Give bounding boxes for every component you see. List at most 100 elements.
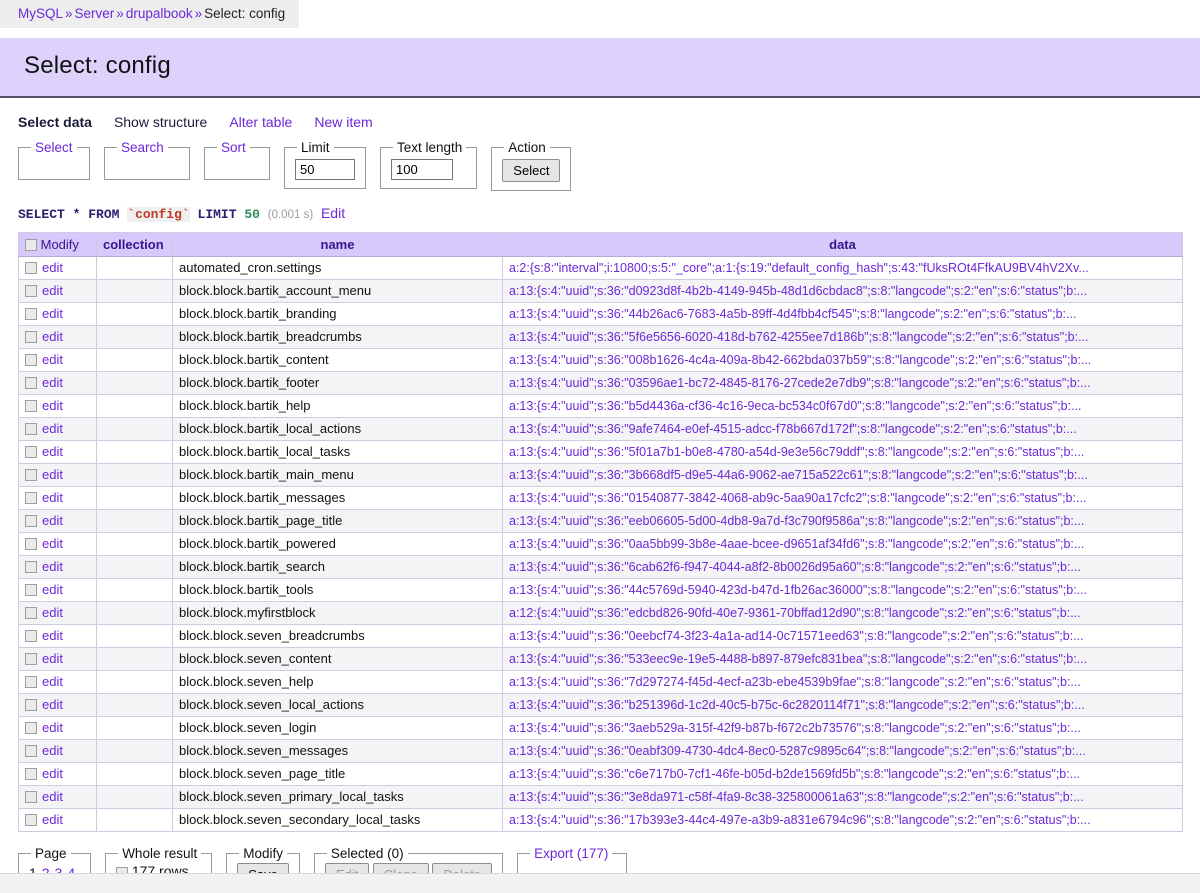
row-checkbox[interactable]: [25, 768, 37, 780]
row-checkbox[interactable]: [25, 308, 37, 320]
row-checkbox[interactable]: [25, 354, 37, 366]
select-legend[interactable]: Select: [31, 140, 77, 155]
row-checkbox[interactable]: [25, 653, 37, 665]
sort-fieldset[interactable]: Sort: [204, 140, 270, 180]
cell-collection: [96, 785, 173, 809]
row-checkbox[interactable]: [25, 745, 37, 757]
row-checkbox[interactable]: [25, 423, 37, 435]
search-legend[interactable]: Search: [117, 140, 168, 155]
row-edit-link[interactable]: edit: [42, 398, 63, 413]
row-checkbox[interactable]: [25, 538, 37, 550]
table-row: edit block.block.bartik_account_menu a:13:…: [18, 279, 1183, 303]
cell-data: a:12:{s:4:"uuid";s:36:"edcbd826-90fd-40e…: [502, 601, 1183, 625]
row-modify-cell: edit: [18, 348, 97, 372]
cell-collection: [96, 279, 173, 303]
column-header-data[interactable]: data: [502, 232, 1183, 257]
row-checkbox[interactable]: [25, 791, 37, 803]
text-length-fieldset: Text length: [380, 140, 478, 189]
limit-input[interactable]: [295, 159, 355, 180]
tab-select-data[interactable]: Select data: [18, 114, 92, 130]
row-edit-link[interactable]: edit: [42, 421, 63, 436]
table-row: edit block.block.bartik_local_actions a:13…: [18, 417, 1183, 441]
page-title: Select: config: [24, 52, 171, 79]
row-edit-link[interactable]: edit: [42, 628, 63, 643]
row-checkbox[interactable]: [25, 262, 37, 274]
export-legend[interactable]: Export (177): [530, 846, 612, 861]
row-edit-link[interactable]: edit: [42, 536, 63, 551]
row-checkbox[interactable]: [25, 469, 37, 481]
row-edit-link[interactable]: edit: [42, 674, 63, 689]
row-checkbox[interactable]: [25, 400, 37, 412]
cell-collection: [96, 555, 173, 579]
row-checkbox[interactable]: [25, 561, 37, 573]
column-header-name[interactable]: name: [172, 232, 503, 257]
row-edit-link[interactable]: edit: [42, 766, 63, 781]
filter-toolbar: Select Search Sort Limit Text length Act…: [18, 136, 1200, 191]
table-row: edit block.block.bartik_help a:13:{s:4:"uu…: [18, 394, 1183, 418]
sql-table-name: `config`: [127, 207, 190, 222]
breadcrumb-item-mysql[interactable]: MySQL: [18, 6, 63, 21]
tab-show-structure[interactable]: Show structure: [114, 114, 207, 130]
row-edit-link[interactable]: edit: [42, 329, 63, 344]
row-modify-cell: edit: [18, 716, 97, 740]
row-checkbox[interactable]: [25, 446, 37, 458]
row-checkbox[interactable]: [25, 492, 37, 504]
row-checkbox[interactable]: [25, 699, 37, 711]
row-edit-link[interactable]: edit: [42, 467, 63, 482]
row-checkbox[interactable]: [25, 607, 37, 619]
row-edit-link[interactable]: edit: [42, 490, 63, 505]
row-edit-link[interactable]: edit: [42, 812, 63, 827]
row-checkbox[interactable]: [25, 515, 37, 527]
row-checkbox[interactable]: [25, 331, 37, 343]
row-edit-link[interactable]: edit: [42, 789, 63, 804]
breadcrumb-item-drupalbook[interactable]: drupalbook: [126, 6, 193, 21]
cell-name: block.block.bartik_search: [172, 555, 503, 579]
row-modify-cell: edit: [18, 394, 97, 418]
cell-collection: [96, 325, 173, 349]
sql-keyword-select: SELECT: [18, 207, 65, 222]
row-edit-link[interactable]: edit: [42, 651, 63, 666]
search-fieldset[interactable]: Search: [104, 140, 190, 180]
row-checkbox[interactable]: [25, 285, 37, 297]
select-button[interactable]: Select: [502, 159, 561, 182]
sort-legend[interactable]: Sort: [217, 140, 250, 155]
row-edit-link[interactable]: edit: [42, 743, 63, 758]
row-edit-link[interactable]: edit: [42, 605, 63, 620]
table-row: edit block.block.bartik_branding a:13:{s:4…: [18, 302, 1183, 326]
row-edit-link[interactable]: edit: [42, 444, 63, 459]
row-edit-link[interactable]: edit: [42, 559, 63, 574]
row-edit-link[interactable]: edit: [42, 720, 63, 735]
row-checkbox[interactable]: [25, 584, 37, 596]
row-edit-link[interactable]: edit: [42, 283, 63, 298]
table-row: edit block.block.seven_login a:13:{s:4:"uu…: [18, 716, 1183, 740]
row-edit-link[interactable]: edit: [42, 260, 63, 275]
tab-alter-table[interactable]: Alter table: [229, 114, 292, 130]
row-checkbox[interactable]: [25, 722, 37, 734]
cell-data: a:13:{s:4:"uuid";s:36:"44b26ac6-7683-4a5…: [502, 302, 1183, 326]
column-header-collection[interactable]: collection: [96, 232, 173, 257]
select-all-checkbox[interactable]: [25, 238, 37, 251]
row-edit-link[interactable]: edit: [42, 582, 63, 597]
row-checkbox[interactable]: [25, 814, 37, 826]
breadcrumb-item-server[interactable]: Server: [75, 6, 115, 21]
text-length-input[interactable]: [391, 159, 453, 180]
sql-edit-link[interactable]: Edit: [321, 205, 345, 221]
row-modify-cell: edit: [18, 279, 97, 303]
breadcrumb-separator: »: [194, 6, 203, 21]
row-modify-cell: edit: [18, 785, 97, 809]
row-edit-link[interactable]: edit: [42, 513, 63, 528]
row-checkbox[interactable]: [25, 630, 37, 642]
tab-new-item[interactable]: New item: [314, 114, 372, 130]
row-edit-link[interactable]: edit: [42, 352, 63, 367]
row-checkbox[interactable]: [25, 676, 37, 688]
row-checkbox[interactable]: [25, 377, 37, 389]
row-edit-link[interactable]: edit: [42, 375, 63, 390]
cell-name: block.block.seven_login: [172, 716, 503, 740]
row-modify-cell: edit: [18, 417, 97, 441]
cell-collection: [96, 578, 173, 602]
cell-collection: [96, 509, 173, 533]
select-fieldset[interactable]: Select: [18, 140, 90, 180]
row-edit-link[interactable]: edit: [42, 697, 63, 712]
row-edit-link[interactable]: edit: [42, 306, 63, 321]
breadcrumb: MySQL» Server» drupalbook» Select: config: [0, 0, 300, 28]
